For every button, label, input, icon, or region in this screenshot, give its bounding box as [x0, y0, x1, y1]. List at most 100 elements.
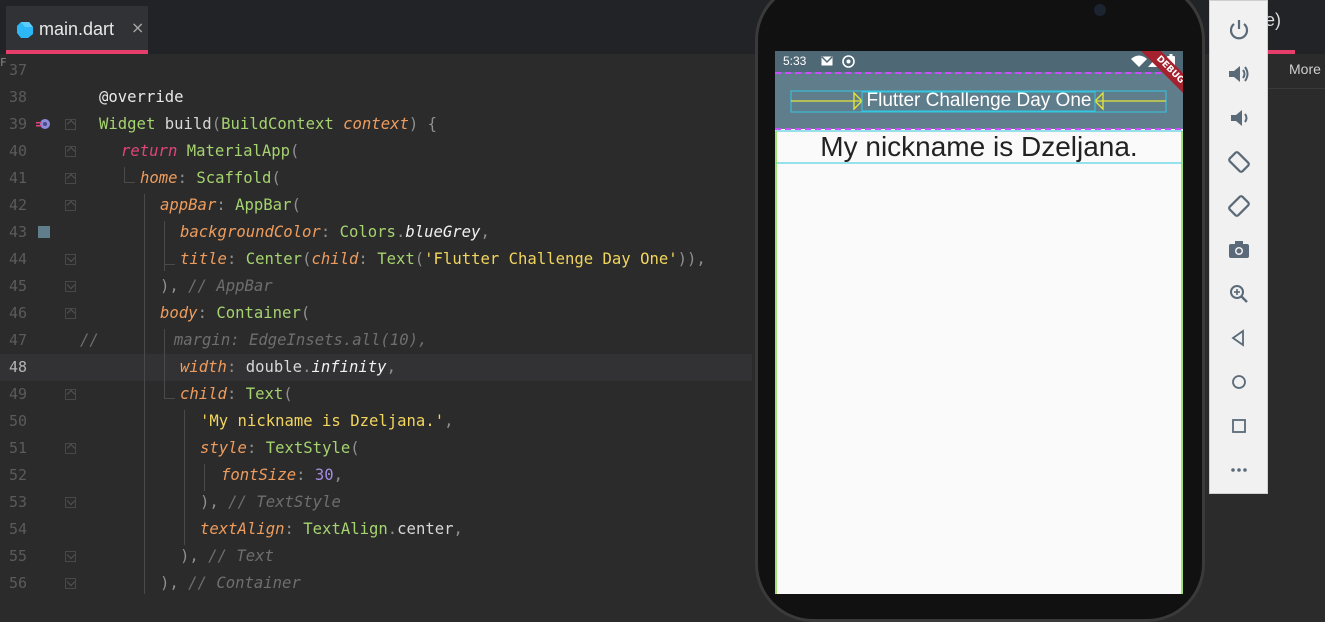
code-text: style: TextStyle( — [200, 439, 360, 457]
fold-toggle-icon[interactable] — [65, 443, 76, 454]
camera-lens-icon — [1094, 4, 1106, 16]
divider — [1268, 88, 1325, 89]
fold-toggle-icon[interactable] — [65, 119, 76, 130]
line-number: 52 — [8, 466, 27, 484]
indent-guide — [124, 167, 125, 183]
line-number: 48 — [8, 358, 27, 376]
line-number: 49 — [8, 385, 27, 403]
line-number: 39 — [8, 115, 27, 133]
indent-guide — [204, 464, 205, 491]
line-number: 45 — [8, 277, 27, 295]
emulator-toolbar — [1209, 0, 1268, 494]
line-number: 43 — [8, 223, 27, 241]
override-marker-icon[interactable] — [35, 117, 51, 131]
code-line[interactable]: 55 ), // Text — [0, 543, 752, 570]
code-line[interactable]: 54 textAlign: TextAlign.center, — [0, 516, 752, 543]
fold-toggle-icon[interactable] — [65, 551, 76, 562]
camera-icon[interactable] — [1226, 237, 1252, 263]
indent-guide — [184, 410, 185, 545]
fold-toggle-icon[interactable] — [65, 173, 76, 184]
indent-guide — [164, 329, 165, 383]
code-text: child: Text( — [180, 385, 293, 403]
indent-guide — [164, 398, 175, 399]
code-line[interactable]: 49 child: Text( — [0, 381, 752, 408]
line-number: 46 — [8, 304, 27, 322]
volume-down-icon[interactable] — [1226, 105, 1252, 131]
code-text: return MaterialApp( — [121, 142, 300, 160]
line-number: 55 — [8, 547, 27, 565]
tab-close-icon[interactable]: × — [131, 18, 144, 37]
code-line[interactable]: 56 ), // Container — [0, 570, 752, 597]
body-text: My nickname is Dzeljana. — [820, 131, 1138, 162]
dart-file-icon — [17, 22, 33, 38]
code-text: title: Center(child: Text('Flutter Chall… — [180, 250, 706, 268]
code-text: 'My nickname is Dzeljana.', — [200, 412, 454, 430]
back-icon[interactable] — [1226, 325, 1252, 351]
fold-toggle-icon[interactable] — [65, 254, 76, 265]
code-text: appBar: AppBar( — [160, 196, 301, 214]
fold-toggle-icon[interactable] — [65, 200, 76, 211]
code-text: @override — [99, 88, 184, 106]
line-number: 40 — [8, 142, 27, 160]
more-icon[interactable] — [1226, 457, 1252, 483]
code-text: backgroundColor: Colors.blueGrey, — [180, 223, 490, 241]
code-text: ), // AppBar — [160, 277, 273, 295]
code-text: home: Scaffold( — [140, 169, 281, 187]
power-icon[interactable] — [1226, 17, 1252, 43]
indent-guide — [164, 383, 165, 399]
color-swatch-icon[interactable] — [38, 226, 50, 238]
code-text: ), // Text — [180, 547, 274, 565]
tab-label: main.dart — [39, 19, 115, 39]
code-text: body: Container( — [160, 304, 311, 322]
emulator-screen[interactable]: 5:33 Flutter Challenge Day One My nickna… — [775, 51, 1183, 594]
code-text: ), // TextStyle — [200, 493, 341, 511]
code-text: textAlign: TextAlign.center, — [200, 520, 463, 538]
code-text: fontSize: 30, — [221, 466, 344, 484]
code-line[interactable]: 45 ), // AppBar — [0, 273, 752, 300]
code-line[interactable]: 47 // margin: EdgeInsets.all(10), — [0, 327, 752, 354]
code-line[interactable]: 51 style: TextStyle( — [0, 435, 752, 462]
code-line[interactable]: 37 — [0, 57, 752, 84]
line-number: 42 — [8, 196, 27, 214]
overview-icon[interactable] — [1226, 413, 1252, 439]
fold-toggle-icon[interactable] — [65, 578, 76, 589]
code-line[interactable]: 44 title: Center(child: Text('Flutter Ch… — [0, 246, 752, 273]
line-number: 54 — [8, 520, 27, 538]
more-button[interactable]: More — [1289, 61, 1321, 77]
indent-guide — [124, 182, 135, 183]
code-line[interactable]: 39 Widget build(BuildContext context) { — [0, 111, 752, 138]
line-number: 38 — [8, 88, 27, 106]
fold-toggle-icon[interactable] — [65, 389, 76, 400]
rotate-left-icon[interactable] — [1226, 149, 1252, 175]
line-number: 47 — [8, 331, 27, 349]
code-line[interactable]: 46 body: Container( — [0, 300, 752, 327]
line-number: 44 — [8, 250, 27, 268]
zoom-icon[interactable] — [1226, 281, 1252, 307]
tab-main-dart[interactable]: main.dart × — [6, 6, 148, 54]
code-line[interactable]: 38 @override — [0, 84, 752, 111]
code-line[interactable]: 42 appBar: AppBar( — [0, 192, 752, 219]
code-text: // margin: EdgeInsets.all(10), — [80, 331, 428, 349]
home-icon[interactable] — [1226, 369, 1252, 395]
line-number: 37 — [8, 61, 27, 79]
code-line[interactable]: 43 backgroundColor: Colors.blueGrey, — [0, 219, 752, 246]
line-number: 51 — [8, 439, 27, 457]
code-line-current[interactable]: 48 width: double.infinity, — [0, 354, 752, 381]
fold-toggle-icon[interactable] — [65, 146, 76, 157]
rotate-right-icon[interactable] — [1226, 193, 1252, 219]
fold-toggle-icon[interactable] — [65, 308, 76, 319]
code-line[interactable]: 50 'My nickname is Dzeljana.', — [0, 408, 752, 435]
line-number: 56 — [8, 574, 27, 592]
fold-toggle-icon[interactable] — [65, 497, 76, 508]
line-number: 53 — [8, 493, 27, 511]
code-line[interactable]: 41 home: Scaffold( — [0, 165, 752, 192]
code-text: Widget build(BuildContext context) { — [99, 115, 438, 133]
code-text: width: double.infinity, — [180, 358, 396, 376]
code-text: ), // Container — [160, 574, 301, 592]
indent-guide — [164, 264, 175, 265]
code-line[interactable]: 53 ), // TextStyle — [0, 489, 752, 516]
code-line[interactable]: 52 fontSize: 30, — [0, 462, 752, 489]
volume-up-icon[interactable] — [1226, 61, 1252, 87]
code-line[interactable]: 40 return MaterialApp( — [0, 138, 752, 165]
fold-toggle-icon[interactable] — [65, 281, 76, 292]
